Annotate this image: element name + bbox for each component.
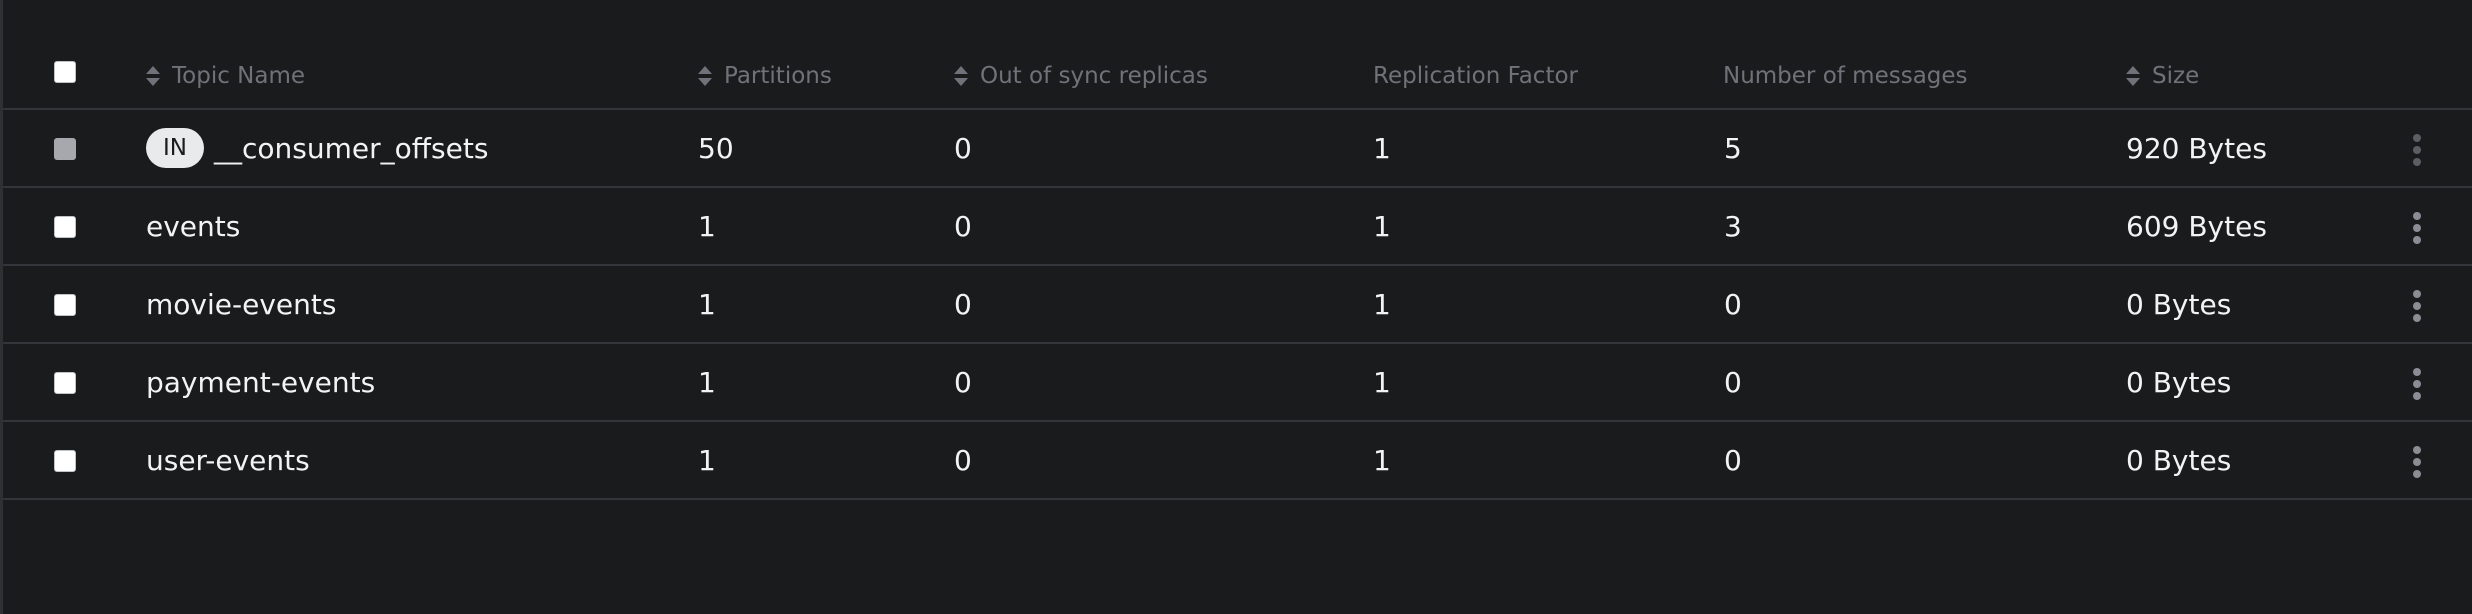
sort-icon bbox=[2126, 66, 2140, 86]
size-cell: 0 Bytes bbox=[2126, 365, 2232, 399]
kebab-menu-icon[interactable] bbox=[2404, 208, 2430, 248]
size-cell: 920 Bytes bbox=[2126, 131, 2267, 165]
topic-name-link[interactable]: payment-events bbox=[146, 366, 375, 399]
row-checkbox[interactable] bbox=[54, 372, 76, 394]
column-header-label: Number of messages bbox=[1723, 63, 1968, 89]
size-cell: 0 Bytes bbox=[2126, 443, 2232, 477]
kebab-menu-icon[interactable] bbox=[2404, 286, 2430, 326]
column-header-label: Replication Factor bbox=[1373, 63, 1578, 89]
column-header-label: Topic Name bbox=[172, 63, 306, 89]
size-cell: 0 Bytes bbox=[2126, 287, 2232, 321]
sort-icon bbox=[146, 66, 160, 86]
replication-factor-cell: 1 bbox=[1373, 209, 1391, 243]
sort-icon bbox=[698, 66, 712, 86]
column-header-label: Partitions bbox=[724, 63, 832, 89]
column-header-label: Size bbox=[2152, 63, 2200, 89]
partitions-cell: 1 bbox=[698, 287, 716, 321]
row-checkbox[interactable] bbox=[54, 294, 76, 316]
column-header-number-of-messages: Number of messages bbox=[1723, 54, 1968, 98]
out-of-sync-cell: 0 bbox=[954, 209, 972, 243]
messages-cell: 0 bbox=[1724, 443, 1742, 477]
replication-factor-cell: 1 bbox=[1373, 365, 1391, 399]
messages-cell: 0 bbox=[1724, 287, 1742, 321]
partitions-cell: 1 bbox=[698, 365, 716, 399]
partitions-cell: 1 bbox=[698, 209, 716, 243]
row-checkbox[interactable] bbox=[54, 138, 76, 160]
column-header-size[interactable]: Size bbox=[2125, 54, 2199, 98]
table-row: payment-events 1 0 1 0 0 Bytes bbox=[3, 344, 2472, 422]
column-header-topic-name[interactable]: Topic Name bbox=[145, 54, 305, 98]
topic-name-cell: user-events bbox=[146, 422, 310, 498]
replication-factor-cell: 1 bbox=[1373, 443, 1391, 477]
table-row: user-events 1 0 1 0 0 Bytes bbox=[3, 422, 2472, 500]
replication-factor-cell: 1 bbox=[1373, 287, 1391, 321]
column-header-label: Out of sync replicas bbox=[980, 63, 1208, 89]
table-row: movie-events 1 0 1 0 0 Bytes bbox=[3, 266, 2472, 344]
kebab-menu-icon[interactable] bbox=[2404, 130, 2430, 170]
out-of-sync-cell: 0 bbox=[954, 287, 972, 321]
messages-cell: 3 bbox=[1724, 209, 1742, 243]
table-row: events 1 0 1 3 609 Bytes bbox=[3, 188, 2472, 266]
topic-name-link[interactable]: user-events bbox=[146, 444, 310, 477]
topic-name-cell: events bbox=[146, 188, 240, 264]
size-cell: 609 Bytes bbox=[2126, 209, 2267, 243]
topic-name-cell: payment-events bbox=[146, 344, 375, 420]
sort-icon bbox=[954, 66, 968, 86]
topic-name-cell: IN __consumer_offsets bbox=[146, 110, 488, 186]
kebab-menu-icon[interactable] bbox=[2404, 442, 2430, 482]
topic-name-cell: movie-events bbox=[146, 266, 336, 342]
row-checkbox[interactable] bbox=[54, 450, 76, 472]
out-of-sync-cell: 0 bbox=[954, 365, 972, 399]
topic-name-link[interactable]: events bbox=[146, 210, 240, 243]
topics-table: Topic Name Partitions Out of sync replic… bbox=[0, 0, 2472, 614]
internal-badge: IN bbox=[146, 128, 204, 168]
column-header-replication-factor: Replication Factor bbox=[1373, 54, 1578, 98]
kebab-menu-icon[interactable] bbox=[2404, 364, 2430, 404]
select-all-checkbox[interactable] bbox=[54, 61, 76, 83]
column-header-out-of-sync-replicas[interactable]: Out of sync replicas bbox=[953, 54, 1208, 98]
row-checkbox[interactable] bbox=[54, 216, 76, 238]
replication-factor-cell: 1 bbox=[1373, 131, 1391, 165]
messages-cell: 5 bbox=[1724, 131, 1742, 165]
column-header-partitions[interactable]: Partitions bbox=[697, 54, 832, 98]
table-row: IN __consumer_offsets 50 0 1 5 920 Bytes bbox=[3, 110, 2472, 188]
out-of-sync-cell: 0 bbox=[954, 443, 972, 477]
out-of-sync-cell: 0 bbox=[954, 131, 972, 165]
topic-name-link[interactable]: movie-events bbox=[146, 288, 336, 321]
partitions-cell: 50 bbox=[698, 131, 734, 165]
table-header: Topic Name Partitions Out of sync replic… bbox=[3, 0, 2472, 110]
topic-name-link[interactable]: __consumer_offsets bbox=[214, 132, 488, 165]
partitions-cell: 1 bbox=[698, 443, 716, 477]
messages-cell: 0 bbox=[1724, 365, 1742, 399]
